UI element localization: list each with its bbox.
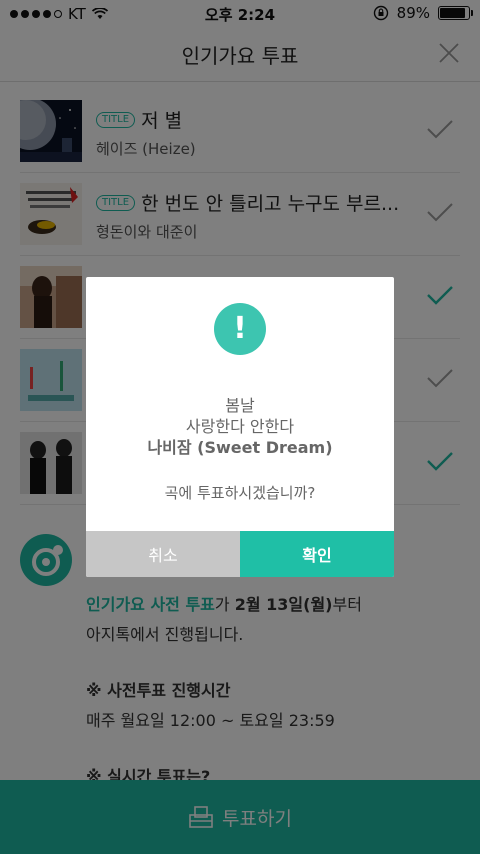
- alert-icon: !: [214, 303, 266, 355]
- confirm-vote-dialog: ! 봄날 사랑한다 안한다 나비잠 (Sweet Dream) 곡에 투표하시겠…: [86, 277, 394, 577]
- cancel-button[interactable]: 취소: [86, 531, 240, 577]
- selected-song: 사랑한다 안한다: [185, 417, 295, 436]
- selected-song: 나비잠 (Sweet Dream): [147, 438, 333, 457]
- selected-songs: 봄날 사랑한다 안한다 나비잠 (Sweet Dream): [86, 395, 394, 458]
- selected-song: 봄날: [225, 396, 255, 415]
- confirm-question: 곡에 투표하시겠습니까?: [164, 484, 316, 502]
- confirm-button[interactable]: 확인: [240, 531, 394, 577]
